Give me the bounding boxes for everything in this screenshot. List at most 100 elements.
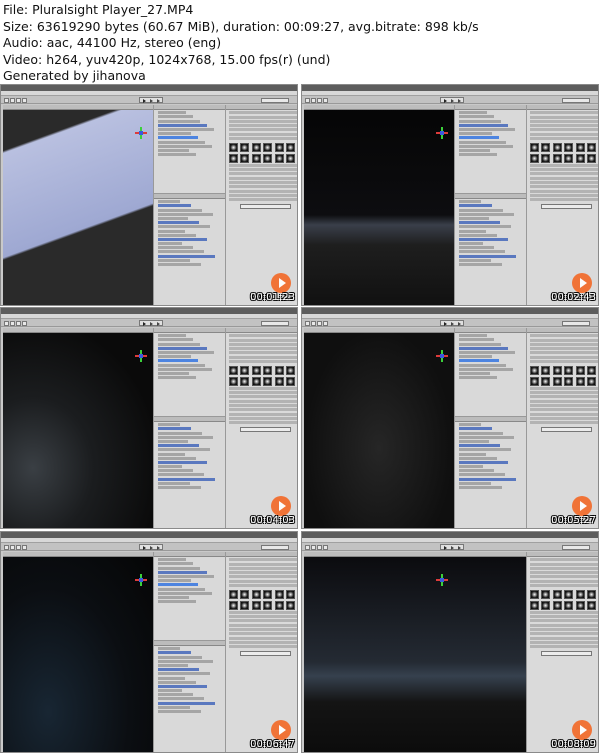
brush-swatch[interactable] [251, 143, 261, 153]
layers-dropdown[interactable] [261, 97, 289, 103]
inspector-row[interactable] [229, 640, 297, 644]
hierarchy-item[interactable] [459, 119, 501, 123]
inspector-row[interactable] [530, 571, 598, 575]
add-component-button[interactable] [541, 651, 592, 657]
hierarchy-item[interactable] [158, 350, 214, 354]
hand-tool-icon[interactable] [4, 544, 9, 550]
brush-swatch[interactable] [564, 590, 574, 600]
inspector-row[interactable] [530, 628, 598, 632]
project-item[interactable] [459, 423, 481, 427]
project-item[interactable] [459, 258, 491, 262]
brush-swatch[interactable] [541, 153, 551, 163]
project-item[interactable] [459, 427, 492, 431]
brush-swatch[interactable] [229, 590, 238, 600]
inspector-row[interactable] [229, 163, 297, 167]
transform-gizmo-icon[interactable] [135, 127, 147, 139]
project-tab[interactable] [455, 194, 526, 199]
transform-gizmo-icon[interactable] [436, 574, 448, 586]
hierarchy-item[interactable] [158, 600, 196, 604]
project-item[interactable] [158, 250, 204, 254]
project-item[interactable] [459, 204, 492, 208]
hierarchy-item[interactable] [158, 583, 198, 587]
move-tool-icon[interactable] [10, 97, 15, 103]
brush-swatch[interactable] [240, 153, 250, 163]
hierarchy-item[interactable] [459, 123, 508, 127]
inspector-row[interactable] [530, 412, 598, 416]
project-item[interactable] [158, 710, 201, 713]
brush-swatch[interactable] [575, 143, 585, 153]
brush-swatch[interactable] [263, 590, 273, 600]
layers-dropdown[interactable] [562, 320, 590, 326]
brush-swatch[interactable] [263, 366, 273, 376]
brush-swatch[interactable] [587, 590, 597, 600]
hierarchy-item[interactable] [459, 355, 492, 359]
hierarchy-item[interactable] [158, 595, 189, 599]
inspector-row[interactable] [229, 628, 297, 632]
brush-swatch[interactable] [575, 366, 585, 376]
brush-swatch[interactable] [564, 153, 574, 163]
inspector-row[interactable] [229, 176, 297, 180]
hierarchy-tab[interactable] [154, 552, 225, 557]
brush-swatch[interactable] [286, 376, 296, 386]
inspector-tab[interactable] [226, 328, 297, 333]
project-item[interactable] [158, 229, 185, 233]
inspector-row[interactable] [229, 360, 297, 364]
play-controls[interactable] [139, 544, 163, 550]
hierarchy-item[interactable] [158, 359, 198, 363]
hierarchy-item[interactable] [459, 148, 490, 152]
project-item[interactable] [158, 659, 213, 663]
hierarchy-item[interactable] [158, 148, 189, 152]
brush-swatch[interactable] [274, 143, 284, 153]
inspector-tab[interactable] [527, 105, 598, 110]
inspector-row[interactable] [530, 334, 598, 338]
inspector-row[interactable] [530, 623, 598, 627]
project-item[interactable] [158, 676, 185, 680]
project-item[interactable] [158, 655, 202, 659]
rotate-tool-icon[interactable] [16, 544, 21, 550]
project-item[interactable] [158, 701, 215, 705]
hierarchy-item[interactable] [158, 338, 193, 342]
project-item[interactable] [158, 237, 207, 241]
brush-swatch[interactable] [286, 600, 296, 610]
inspector-row[interactable] [229, 137, 297, 141]
project-item[interactable] [158, 200, 180, 204]
inspector-row[interactable] [229, 558, 297, 562]
add-component-button[interactable] [240, 204, 291, 210]
project-item[interactable] [158, 680, 196, 684]
video-thumbnail[interactable]: 00:02:43 [301, 84, 599, 306]
brush-swatch[interactable] [286, 143, 296, 153]
brush-swatch[interactable] [587, 376, 597, 386]
inspector-row[interactable] [229, 412, 297, 416]
brush-swatch[interactable] [541, 143, 551, 153]
brush-swatch[interactable] [240, 600, 250, 610]
brush-swatch[interactable] [251, 153, 261, 163]
inspector-row[interactable] [530, 416, 598, 420]
project-item[interactable] [158, 221, 199, 225]
inspector-row[interactable] [229, 355, 297, 359]
project-item[interactable] [459, 246, 494, 250]
hierarchy-item[interactable] [158, 367, 212, 371]
hierarchy-item[interactable] [459, 144, 513, 148]
brush-swatch[interactable] [263, 600, 273, 610]
inspector-tab[interactable] [226, 552, 297, 557]
inspector-row[interactable] [530, 610, 598, 614]
inspector-row[interactable] [530, 342, 598, 346]
inspector-row[interactable] [229, 408, 297, 412]
hierarchy-tab[interactable] [154, 105, 225, 110]
project-item[interactable] [158, 477, 215, 481]
project-item[interactable] [158, 233, 196, 237]
scale-tool-icon[interactable] [323, 97, 328, 103]
inspector-row[interactable] [530, 132, 598, 136]
video-thumbnail[interactable]: 00:08:09 [301, 531, 599, 753]
project-item[interactable] [158, 212, 213, 216]
inspector-row[interactable] [229, 181, 297, 185]
hierarchy-item[interactable] [158, 119, 200, 123]
inspector-row[interactable] [229, 391, 297, 395]
hierarchy-item[interactable] [158, 579, 191, 583]
inspector-row[interactable] [530, 408, 598, 412]
hierarchy-item[interactable] [158, 570, 207, 574]
brush-swatch[interactable] [530, 143, 539, 153]
brush-swatch[interactable] [552, 376, 562, 386]
inspector-row[interactable] [530, 351, 598, 355]
brush-swatch[interactable] [587, 143, 597, 153]
